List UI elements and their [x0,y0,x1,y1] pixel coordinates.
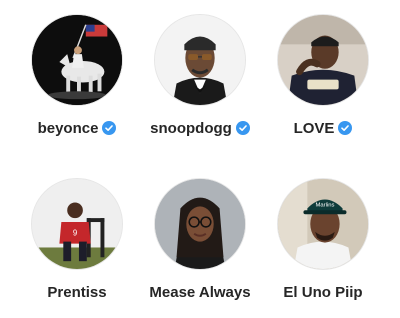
name-row: beyonce [12,116,142,140]
suggested-accounts-grid: beyonce snoopdogg LOVE 9 Prentiss Mease … [0,0,400,301]
account-card-beyonce[interactable]: beyonce [12,14,142,154]
username[interactable]: Prentiss [47,284,106,301]
account-card-snoopdogg[interactable]: snoopdogg [135,14,265,154]
account-card-el-uno-piip[interactable]: Marlins El Uno Piip [258,178,388,318]
avatar[interactable] [277,14,369,106]
name-row: snoopdogg [135,116,265,140]
name-row: LOVE [258,116,388,140]
horse-rider-icon [32,15,122,105]
svg-text:Marlins: Marlins [316,202,335,208]
name-row: Mease Always [135,280,265,304]
account-card-love[interactable]: LOVE [258,14,388,154]
account-card-prentiss[interactable]: 9 Prentiss [12,178,142,318]
man-red-shirt-icon: 9 [32,179,122,269]
username[interactable]: El Uno Piip [283,284,362,301]
avatar[interactable] [154,14,246,106]
username[interactable]: beyonce [38,120,99,137]
name-row: Prentiss [12,280,142,304]
account-card-mease-always[interactable]: Mease Always [135,178,265,318]
avatar[interactable] [154,178,246,270]
man-marlins-cap-icon: Marlins [278,179,368,269]
username[interactable]: LOVE [294,120,335,137]
name-row: El Uno Piip [258,280,388,304]
avatar[interactable] [31,14,123,106]
verified-badge-icon [102,121,117,135]
woman-glasses-icon [155,179,245,269]
man-vondutch-shirt-icon [278,15,368,105]
username[interactable]: Mease Always [149,284,250,301]
svg-text:9: 9 [73,229,77,238]
username[interactable]: snoopdogg [150,120,232,137]
verified-badge-icon [235,121,250,135]
avatar[interactable]: 9 [31,178,123,270]
verified-badge-icon [338,121,353,135]
avatar[interactable]: Marlins [277,178,369,270]
man-sunglasses-icon [155,15,245,105]
